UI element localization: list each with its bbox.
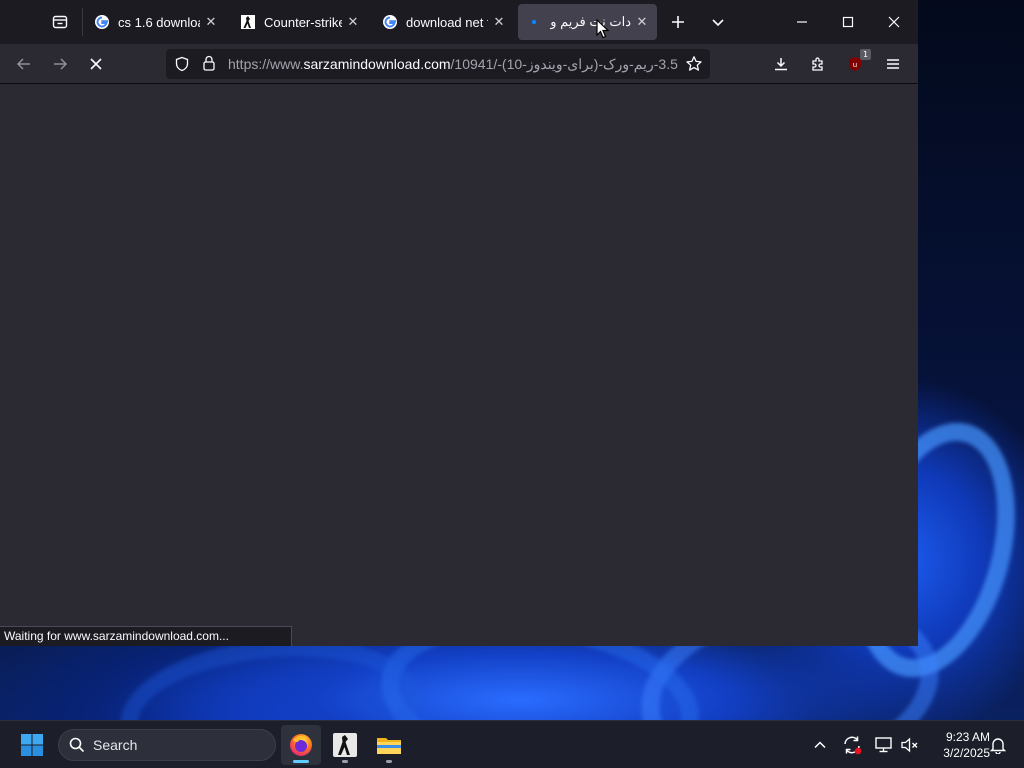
url-text[interactable]: https://www.sarzamindownload.com/10941/-… [228, 49, 678, 79]
tab-title: دات نت فریم ور [550, 14, 631, 29]
chevron-down-icon [712, 19, 724, 27]
browser-window: cs 1.6 download ✕ Counter-strike 1 ✕ dow… [0, 0, 918, 646]
arrow-left-icon [16, 58, 30, 70]
url-domain: sarzamindownload.com [303, 56, 451, 72]
clock-date: 3/2/2025 [943, 746, 990, 760]
url-prefix: https://www. [228, 56, 304, 72]
forward-button[interactable] [45, 49, 75, 79]
app-menu-button[interactable] [878, 49, 908, 79]
volume-tray[interactable] [898, 733, 922, 757]
tracking-protection-shield-icon[interactable] [174, 56, 190, 76]
sync-alert-icon [844, 736, 862, 755]
extension-badge: 1 [860, 49, 871, 60]
firefox-view-button[interactable] [44, 8, 76, 36]
maximize-button[interactable] [825, 0, 871, 44]
page-content-area[interactable] [0, 85, 918, 646]
close-icon [888, 16, 900, 28]
firefox-view-icon [52, 15, 68, 29]
tab-close-icon[interactable]: ✕ [492, 15, 506, 30]
tab-separator [82, 8, 83, 36]
windows-logo-icon [21, 734, 43, 756]
maximize-icon [842, 16, 854, 28]
tab-close-icon[interactable]: ✕ [635, 15, 649, 30]
minimize-button[interactable] [779, 0, 825, 44]
tab-close-icon[interactable]: ✕ [346, 15, 360, 30]
stop-x-icon [90, 58, 102, 70]
bell-icon [989, 738, 1007, 754]
notifications-button[interactable] [986, 733, 1010, 757]
taskbar-app-file-explorer[interactable] [369, 725, 409, 765]
google-icon [94, 14, 110, 30]
counter-strike-icon [333, 733, 357, 757]
tab-download-net[interactable]: download net fr ✕ [374, 4, 514, 40]
network-tray[interactable] [872, 733, 896, 757]
tab-bar: cs 1.6 download ✕ Counter-strike 1 ✕ dow… [0, 0, 918, 44]
navigation-toolbar: https://www.sarzamindownload.com/10941/-… [0, 44, 918, 84]
start-button[interactable] [14, 729, 50, 761]
system-clock[interactable]: 9:23 AM 3/2/2025 [924, 729, 990, 761]
ublock-origin-extension-button[interactable]: u 1 [840, 49, 871, 79]
tab-title: cs 1.6 download [118, 14, 200, 30]
active-app-indicator [293, 760, 309, 763]
bookmark-star-icon[interactable] [685, 55, 703, 77]
downloads-button[interactable] [766, 49, 796, 79]
chevron-up-icon [814, 741, 826, 749]
arrow-right-icon [54, 58, 68, 70]
close-window-button[interactable] [871, 0, 917, 44]
minimize-icon [797, 21, 807, 23]
clock-time: 9:23 AM [945, 730, 990, 744]
svg-text:u: u [853, 61, 857, 69]
hamburger-menu-icon [887, 59, 899, 69]
running-app-indicator [342, 760, 348, 763]
speaker-muted-icon [901, 737, 918, 753]
firefox-icon [290, 734, 312, 756]
taskbar-search-box[interactable]: Search [58, 729, 276, 761]
new-tab-button[interactable] [662, 8, 694, 36]
tab-title: download net fr [406, 14, 488, 30]
loading-dot-icon [526, 14, 542, 30]
google-icon [382, 14, 398, 30]
stop-loading-button[interactable] [81, 49, 111, 79]
status-panel: Waiting for www.sarzamindownload.com... [0, 626, 292, 646]
taskbar-app-counter-strike[interactable] [325, 725, 365, 765]
file-explorer-icon [377, 738, 401, 754]
show-hidden-icons-button[interactable] [808, 733, 832, 757]
running-app-indicator [386, 760, 392, 763]
counter-strike-icon [240, 14, 256, 30]
tab-title: Counter-strike 1 [264, 14, 342, 30]
url-bar[interactable]: https://www.sarzamindownload.com/10941/-… [166, 49, 710, 79]
search-label: Search [93, 737, 138, 753]
mouse-cursor-icon [596, 19, 610, 39]
download-icon [775, 58, 787, 71]
lock-icon[interactable] [202, 55, 216, 75]
search-icon [69, 737, 85, 753]
sync-status-tray[interactable] [840, 733, 864, 757]
list-all-tabs-button[interactable] [702, 8, 734, 36]
puzzle-piece-icon [812, 57, 823, 71]
tab-close-icon[interactable]: ✕ [204, 15, 218, 30]
taskbar-app-firefox[interactable] [281, 725, 321, 765]
url-path: /10941/-(10-برای-ویندوز)-3.5-ریم-ورک [450, 56, 678, 72]
plus-icon [672, 16, 684, 28]
tab-dotnet-framework-active[interactable]: دات نت فریم ور ✕ [518, 4, 657, 40]
tab-cs-download[interactable]: cs 1.6 download ✕ [86, 4, 226, 40]
extensions-button[interactable] [803, 49, 833, 79]
tab-counter-strike[interactable]: Counter-strike 1 ✕ [232, 4, 368, 40]
network-monitor-icon [875, 737, 892, 753]
back-button[interactable] [9, 49, 39, 79]
taskbar: Search 9:23 AM 3/2/2025 [0, 720, 1024, 768]
